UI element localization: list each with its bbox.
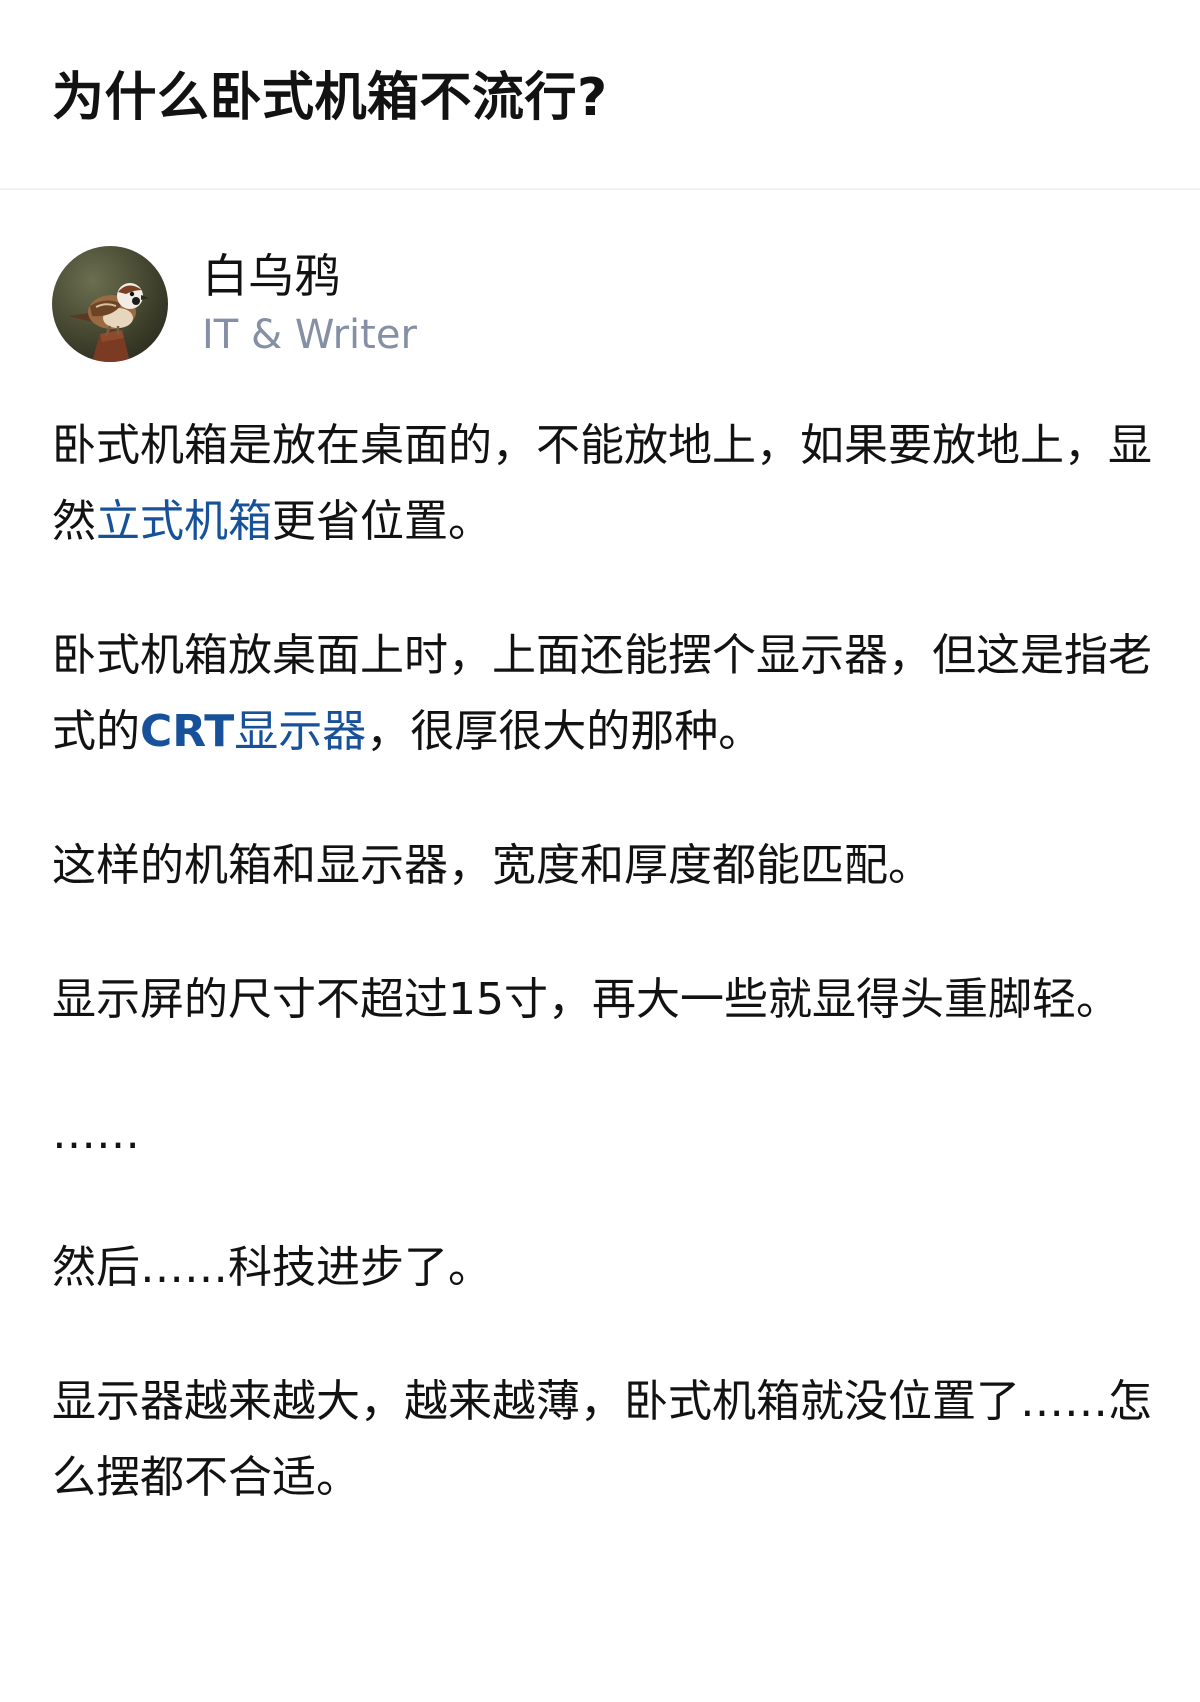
answer-content: 卧式机箱是放在桌面的，不能放地上，如果要放地上，显然立式机箱更省位置。 卧式机箱… [52, 408, 1162, 1574]
topic-link-vertical-case[interactable]: 立式机箱 [96, 496, 272, 547]
author-name[interactable]: 白乌鸦 [202, 245, 417, 307]
topic-link-crt-monitor[interactable]: CRT显示器 [140, 706, 366, 757]
answer-paragraph: …… [52, 1108, 140, 1159]
answer-paragraph: 卧式机箱放桌面上时，上面还能摆个显示器，但这是指老式的CRT显示器，很厚很大的那… [52, 618, 1162, 770]
answer-paragraph: 然后……科技进步了。 [52, 1242, 492, 1293]
sparrow-avatar-icon [52, 246, 168, 362]
monitor-link-text: 显示器 [234, 706, 367, 757]
answer-paragraph: 显示屏的尺寸不超过15寸，再大一些就显得头重脚轻。 [52, 974, 1120, 1025]
author-info: 白乌鸦 IT & Writer [52, 246, 417, 362]
answer-paragraph: 卧式机箱是放在桌面的，不能放地上，如果要放地上，显然立式机箱更省位置。 [52, 408, 1162, 560]
answer-paragraph: 显示器越来越大，越来越薄，卧式机箱就没位置了……怎么摆都不合适。 [52, 1376, 1152, 1503]
crt-link-text: CRT [140, 706, 235, 757]
paragraph-text: 更省位置。 [272, 496, 492, 547]
author-avatar[interactable] [52, 246, 168, 362]
answer-paragraph: 这样的机箱和显示器，宽度和厚度都能匹配。 [52, 840, 932, 891]
author-meta: 白乌鸦 IT & Writer [202, 245, 417, 363]
question-title[interactable]: 为什么卧式机箱不流行? [52, 60, 608, 136]
author-headline: IT & Writer [202, 312, 417, 358]
question-header: 为什么卧式机箱不流行? [0, 0, 1200, 190]
paragraph-text: ，很厚很大的那种。 [366, 706, 763, 757]
